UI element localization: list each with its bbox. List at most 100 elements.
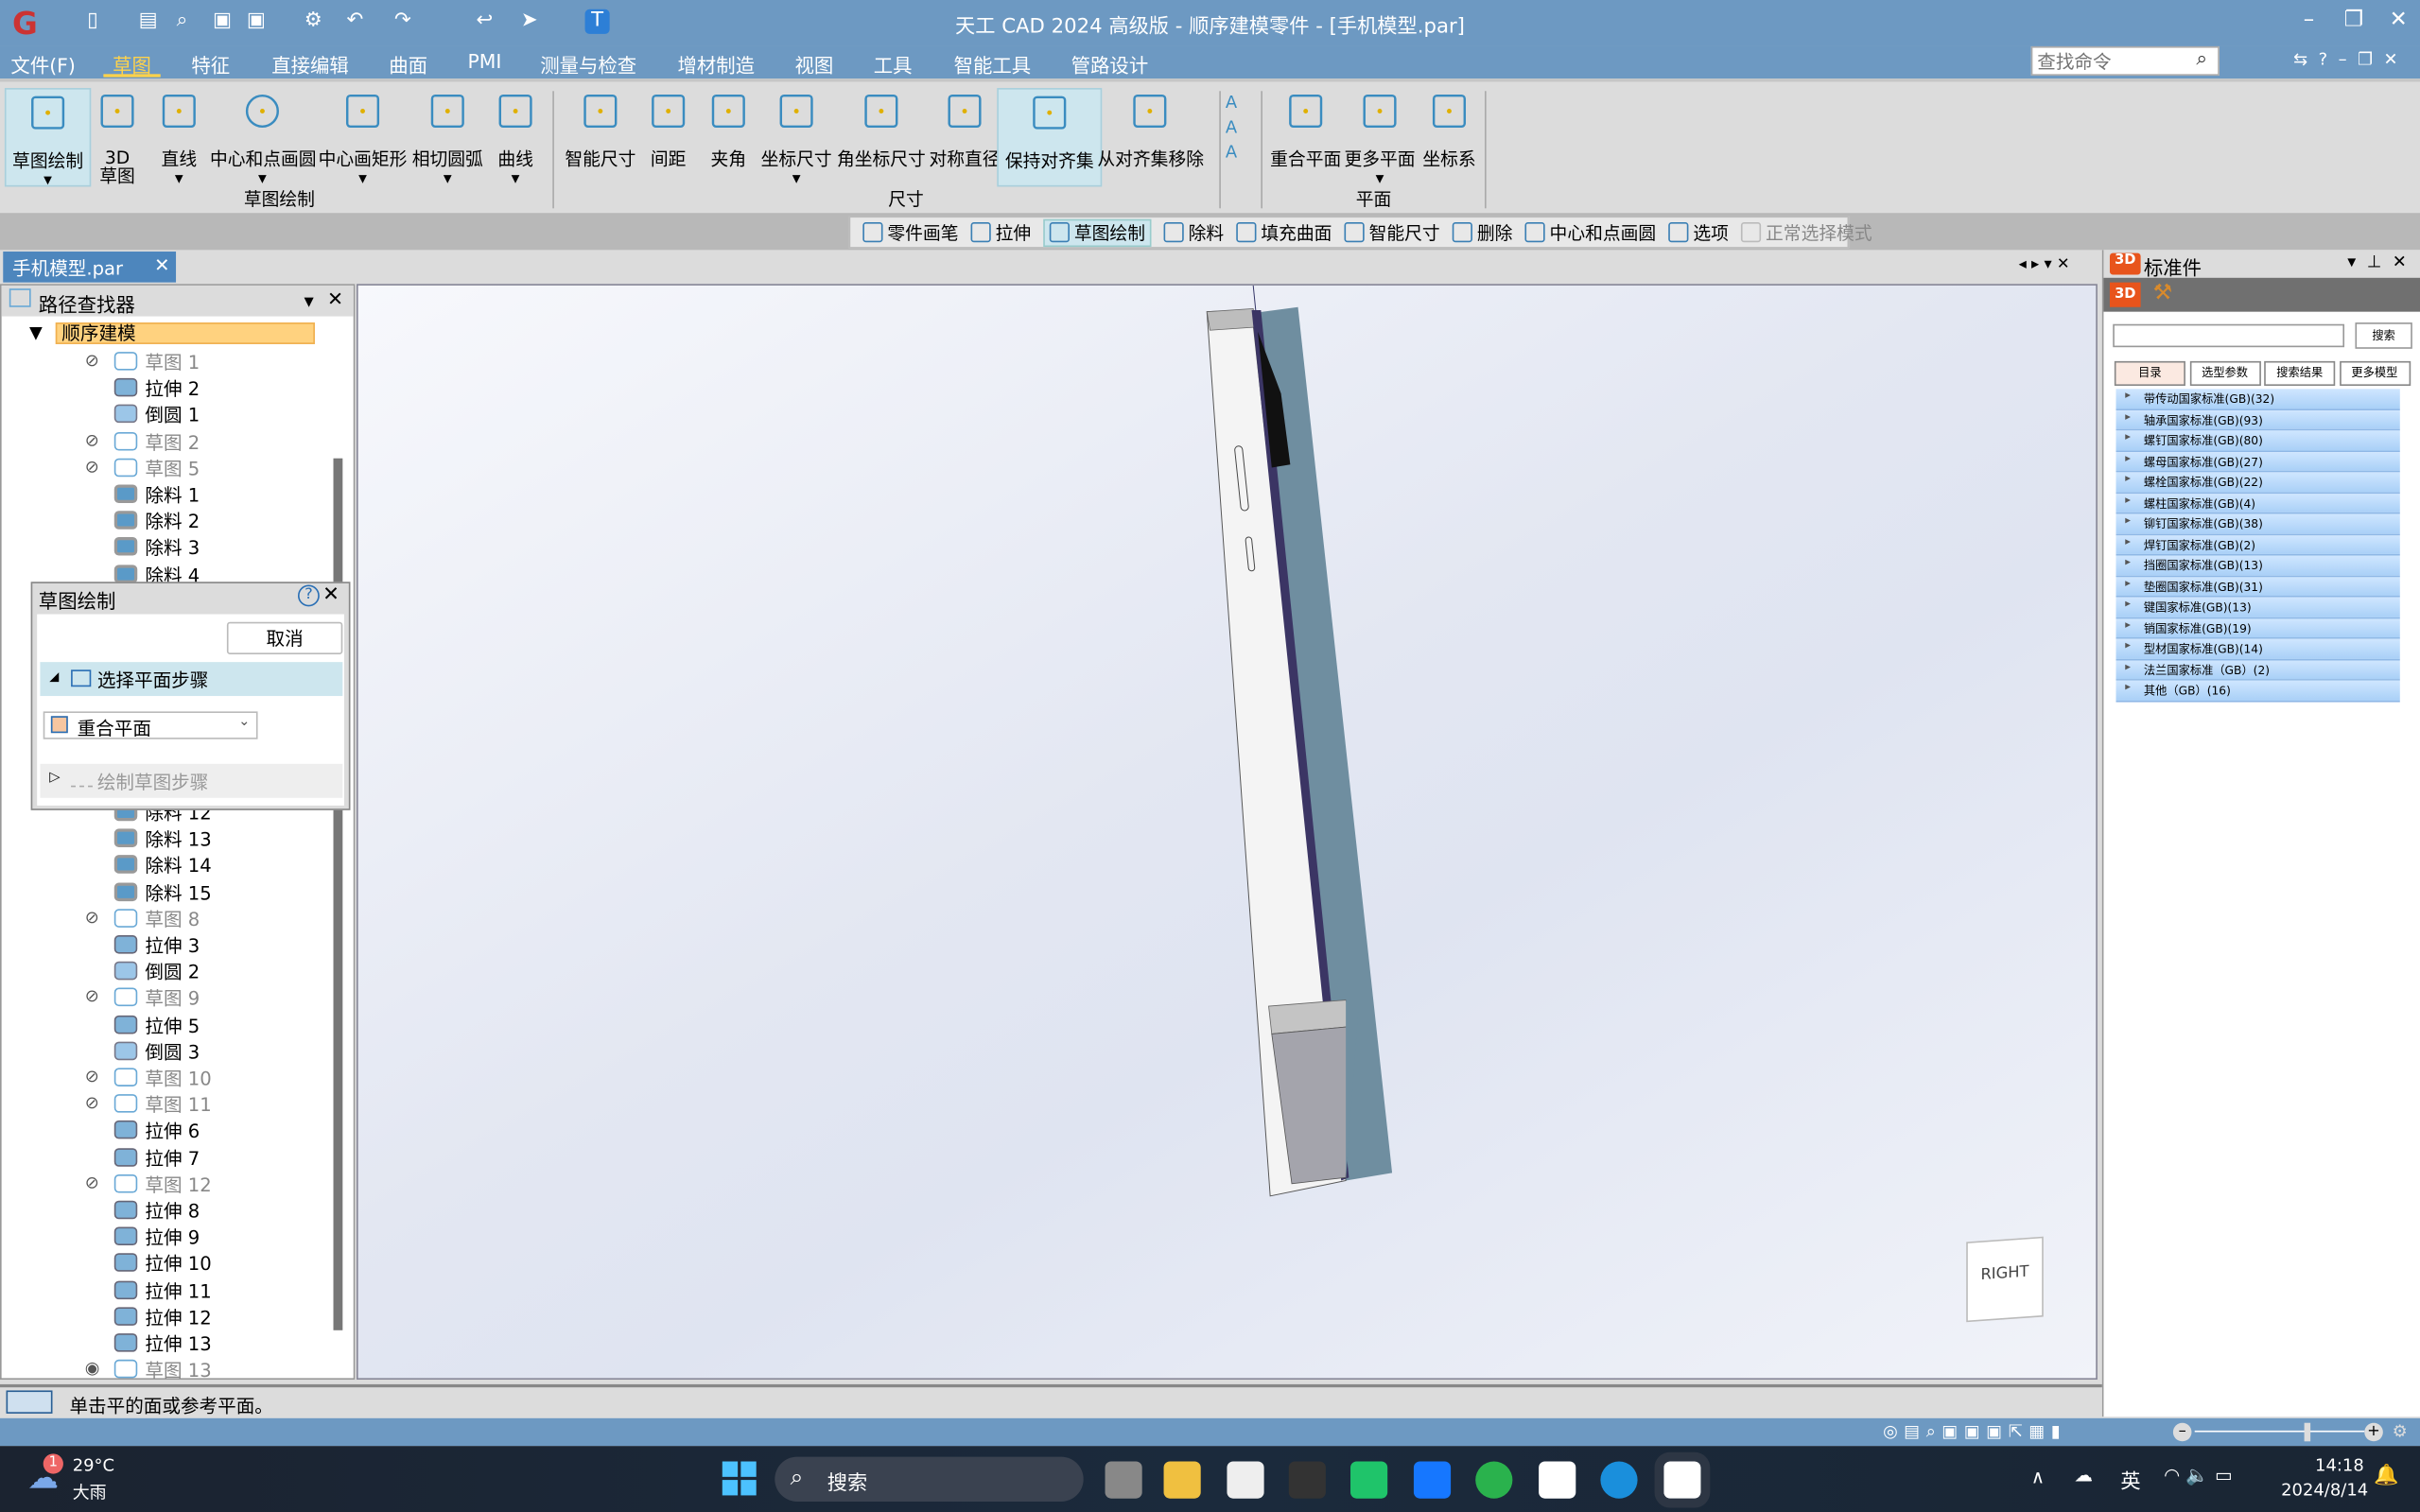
tree-item[interactable]: ⊘ 草图 12 (2, 1171, 326, 1197)
tree-item[interactable]: 拉伸 8 (2, 1197, 326, 1224)
zoom-out-icon[interactable]: – (2172, 1422, 2192, 1442)
tree-item[interactable]: 拉伸 12 (2, 1304, 326, 1330)
cancel-button[interactable]: 取消 (226, 621, 343, 654)
tab-nav-arrows[interactable]: ◂ ▸ ▾ ✕ (2019, 256, 2070, 273)
menu-4[interactable]: 曲面 (389, 49, 427, 78)
eye-hidden-icon[interactable]: ⊘ (85, 430, 99, 450)
category-item[interactable]: 法兰国家标准（GB）(2) (2115, 659, 2400, 681)
tree-item[interactable]: ⊘ 草图 1 (2, 349, 326, 375)
category-item[interactable]: 垫圈国家标准(GB)(31) (2115, 576, 2400, 598)
ribbon-button-17[interactable]: 坐标系 (1406, 88, 1492, 181)
tree-item[interactable]: 除料 1 (2, 481, 326, 508)
menu-7[interactable]: 增材制造 (677, 49, 755, 78)
tree-item[interactable]: 除料 3 (2, 534, 326, 561)
tree-item[interactable]: 拉伸 13 (2, 1330, 326, 1357)
ribbon-button-10[interactable]: 坐标尺寸 ▼ (753, 88, 839, 185)
tree-item[interactable]: 拉伸 7 (2, 1144, 326, 1171)
dialog-close-icon[interactable]: ✕ (322, 583, 339, 606)
clock-date[interactable]: 2024/8/14 (2281, 1480, 2368, 1500)
menu-1[interactable]: 草图 (103, 49, 161, 78)
ribbon-button-13[interactable]: 保持对齐集 (997, 88, 1103, 187)
menu-0[interactable]: 文件(F) (10, 49, 75, 78)
file-explorer-icon[interactable] (1163, 1461, 1201, 1499)
tree-item[interactable]: 拉伸 5 (2, 1012, 326, 1038)
category-item[interactable]: 铆钉国家标准(GB)(38) (2115, 513, 2400, 535)
eye-icon[interactable]: ◉ (85, 1358, 100, 1378)
eye-hidden-icon[interactable]: ⊘ (85, 1067, 99, 1086)
dropdown-arrow-icon[interactable]: ▼ (210, 173, 315, 185)
tab-0[interactable]: 目录 (2114, 360, 2185, 387)
3d-viewport[interactable]: RIGHT (356, 284, 2098, 1381)
category-item[interactable]: 挡圈国家标准(GB)(13) (2115, 555, 2400, 577)
menu-9[interactable]: 工具 (874, 49, 913, 78)
zoom-slider-handle[interactable] (2304, 1422, 2311, 1442)
plane-type-select[interactable]: 重合平面 ⌄ (43, 711, 258, 739)
category-item[interactable]: 螺母国家标准(GB)(27) (2115, 451, 2400, 473)
command-0[interactable]: 零件画笔 (862, 220, 958, 245)
tree-item[interactable]: ◉ 草图 13 (2, 1357, 326, 1383)
ribbon-button-6[interactable]: 曲线 ▼ (472, 88, 558, 185)
tree-item[interactable]: 除料 13 (2, 826, 326, 852)
step-draw-sketch[interactable]: ▷ 绘制草图步骤 (40, 763, 343, 798)
tree-item[interactable]: 拉伸 11 (2, 1277, 326, 1304)
tree-item[interactable]: 拉伸 2 (2, 375, 326, 402)
category-item[interactable]: 其他（GB）(16) (2115, 680, 2400, 702)
tiangong-cad-icon[interactable] (1654, 1451, 1711, 1508)
category-item[interactable]: 销国家标准(GB)(19) (2115, 617, 2400, 639)
tree-item[interactable]: ⊘ 草图 10 (2, 1065, 326, 1091)
eye-hidden-icon[interactable]: ⊘ (85, 1173, 99, 1192)
app-green-icon[interactable] (1350, 1461, 1388, 1499)
close-tab-icon[interactable]: ✕ (154, 254, 169, 276)
command-4[interactable]: 填充曲面 (1236, 220, 1332, 245)
tab-3[interactable]: 更多模型 (2339, 360, 2411, 387)
menu-2[interactable]: 特征 (191, 49, 230, 78)
zoom-slider[interactable] (2194, 1430, 2365, 1433)
category-item[interactable]: 焊钉国家标准(GB)(2) (2115, 534, 2400, 556)
category-item[interactable]: 螺钉国家标准(GB)(80) (2115, 430, 2400, 452)
command-7[interactable]: 中心和点画圆 (1524, 220, 1656, 245)
menu-11[interactable]: 管路设计 (1071, 49, 1149, 78)
eye-hidden-icon[interactable]: ⊘ (85, 1093, 99, 1113)
tree-item[interactable]: ⊘ 草图 5 (2, 455, 326, 481)
command-8[interactable]: 选项 (1668, 220, 1729, 245)
notification-bell-icon[interactable]: 🔔 (2374, 1465, 2398, 1487)
collapse-root-icon[interactable]: ▼ (29, 322, 43, 342)
menu-5[interactable]: PMI (468, 49, 502, 72)
minimize-button[interactable]: – (2293, 8, 2324, 32)
tree-item[interactable]: 拉伸 10 (2, 1251, 326, 1277)
view-settings-icon[interactable]: ⚙ (2393, 1421, 2408, 1441)
search-icon[interactable]: ⌕ (2196, 48, 2207, 71)
category-item[interactable]: 带传动国家标准(GB)(32) (2115, 389, 2400, 410)
category-item[interactable]: 键国家标准(GB)(13) (2115, 597, 2400, 618)
command-9[interactable]: 正常选择模式 (1740, 220, 1872, 245)
qq-icon[interactable] (1539, 1461, 1576, 1499)
text-size-icons[interactable]: A A A (1226, 91, 1247, 165)
tree-root[interactable]: 顺序建模 (55, 322, 315, 344)
category-item[interactable]: 型材国家标准(GB)(14) (2115, 638, 2400, 660)
standard-parts-search-input[interactable] (2113, 323, 2345, 348)
tab-2[interactable]: 搜索结果 (2264, 360, 2336, 387)
ribbon-button-11[interactable]: 角坐标尺寸 (828, 88, 933, 181)
tree-item[interactable]: 倒圆 2 (2, 959, 326, 985)
taskbar-search[interactable]: ⌕ 搜索 (775, 1456, 1084, 1502)
search-button[interactable]: 搜索 (2355, 322, 2412, 349)
store-icon[interactable] (1227, 1461, 1264, 1499)
tab-3d-icon[interactable]: 3D (2109, 282, 2141, 307)
edge-icon[interactable] (1600, 1461, 1638, 1499)
menu-3[interactable]: 直接编辑 (271, 49, 349, 78)
eye-hidden-icon[interactable]: ⊘ (85, 907, 99, 927)
network-volume-battery-icons[interactable]: ◠ 🔈 ▭ (2164, 1465, 2232, 1486)
eye-hidden-icon[interactable]: ⊘ (85, 986, 99, 1006)
app-blue-icon[interactable] (1413, 1461, 1452, 1499)
zoom-in-icon[interactable]: + (2364, 1422, 2383, 1442)
menu-10[interactable]: 智能工具 (954, 49, 1032, 78)
category-item[interactable]: 螺栓国家标准(GB)(22) (2115, 472, 2400, 494)
command-2[interactable]: 草图绘制 (1043, 217, 1152, 247)
tree-item[interactable]: 除料 2 (2, 508, 326, 534)
tray-expand-icon[interactable]: ∧ (2031, 1466, 2045, 1487)
eye-hidden-icon[interactable]: ⊘ (85, 350, 99, 370)
menu-6[interactable]: 测量与检查 (540, 49, 636, 78)
document-tab[interactable]: 手机模型.par ✕ (3, 252, 177, 283)
ribbon-button-12[interactable]: 对称直径 (921, 88, 1007, 181)
panel-close-icon[interactable]: ✕ (327, 287, 343, 310)
